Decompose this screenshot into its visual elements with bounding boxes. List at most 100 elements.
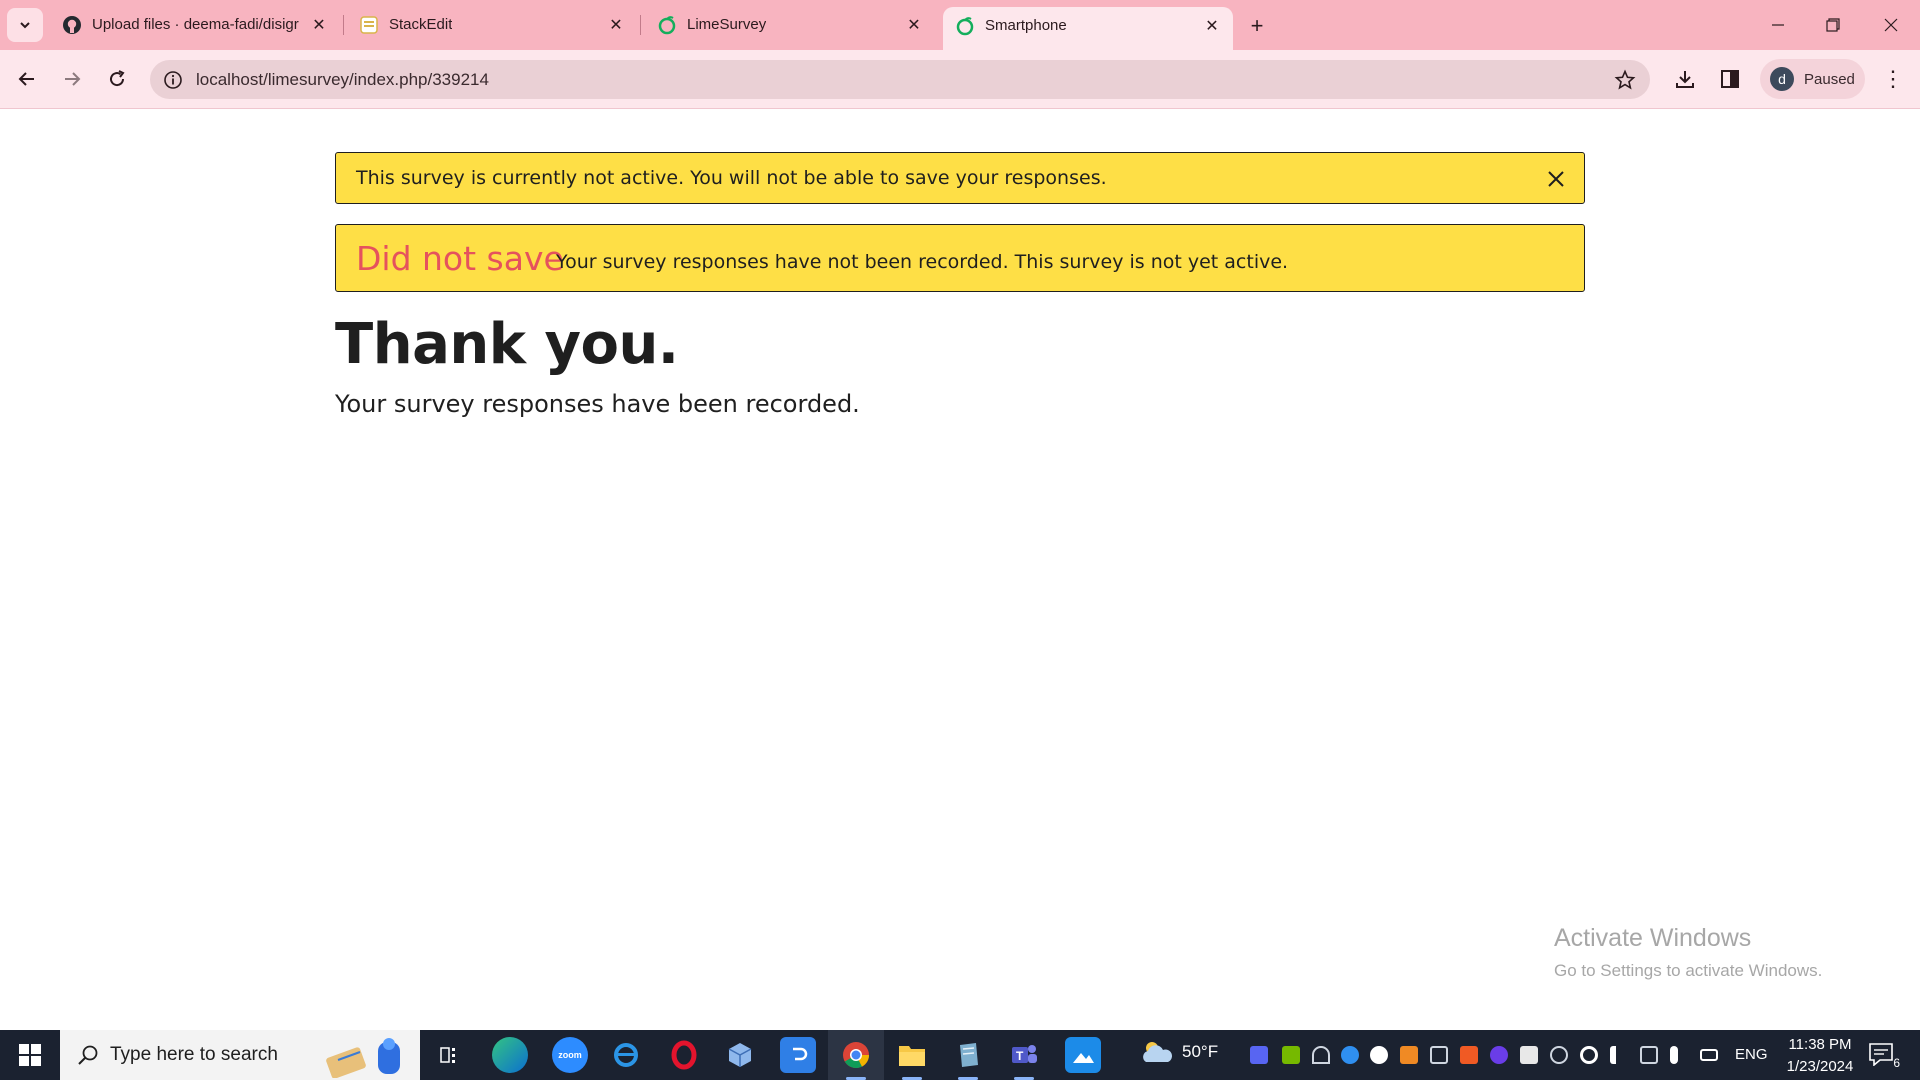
meet-now-icon[interactable]	[1430, 1046, 1448, 1064]
battery-icon[interactable]	[1700, 1049, 1718, 1061]
security-shield-icon[interactable]	[1520, 1046, 1538, 1064]
tab-search-button[interactable]	[7, 8, 43, 42]
reload-icon	[110, 70, 125, 87]
forward-button[interactable]	[56, 63, 88, 95]
taskbar: Type here to search zoom T 50°F ENG 11:3…	[0, 1030, 1920, 1080]
teams-tray-icon[interactable]	[1490, 1046, 1508, 1064]
system-clock[interactable]: 11:38 PM 1/23/2024	[1770, 1034, 1870, 1078]
search-placeholder: Type here to search	[110, 1044, 278, 1065]
stackedit-icon	[359, 15, 379, 35]
reload-button[interactable]	[101, 63, 133, 95]
restore-button[interactable]	[1818, 10, 1848, 40]
tab-title: Upload files · deema-fadi/disigr	[92, 16, 299, 33]
start-button[interactable]	[0, 1030, 60, 1080]
clock-date: 1/23/2024	[1786, 1058, 1854, 1075]
profile-status: Paused	[1804, 70, 1855, 88]
tab-divider	[640, 15, 641, 35]
restore-icon	[1826, 18, 1840, 32]
teams-icon[interactable]: T	[1006, 1037, 1042, 1080]
github-icon	[62, 15, 82, 35]
opera-icon[interactable]	[666, 1037, 702, 1073]
edge-icon[interactable]	[492, 1037, 528, 1073]
chevron-down-icon	[20, 22, 30, 29]
watermark-subtitle: Go to Settings to activate Windows.	[1554, 961, 1823, 980]
page-title: Thank you.	[335, 312, 679, 377]
tab-stackedit[interactable]: StackEdit ✕	[347, 0, 637, 50]
bookmark-star-icon[interactable]	[1614, 69, 1636, 91]
avatar: d	[1770, 67, 1794, 91]
more-menu-icon[interactable]: ⋮	[1880, 66, 1906, 92]
tab-title: LimeSurvey	[687, 16, 767, 33]
arrow-left-icon	[18, 72, 34, 86]
info-icon[interactable]	[162, 69, 184, 91]
microphone-icon[interactable]	[1670, 1046, 1678, 1064]
discord-icon[interactable]	[1250, 1046, 1268, 1064]
close-icon	[1884, 18, 1898, 32]
weather-widget[interactable]: 50°F	[1140, 1038, 1218, 1066]
profile-button[interactable]: d Paused	[1760, 59, 1865, 99]
watermark-title: Activate Windows	[1554, 924, 1752, 952]
input-language[interactable]: ENG	[1735, 1046, 1768, 1063]
tab-strip: Upload files · deema-fadi/disigr ✕ Stack…	[0, 0, 1920, 50]
alert-message: Your survey responses have not been reco…	[556, 251, 1289, 273]
notification-center-button[interactable]: 6	[1868, 1042, 1900, 1070]
download-icon[interactable]	[1672, 66, 1698, 92]
tab-github[interactable]: Upload files · deema-fadi/disigr ✕	[50, 0, 340, 50]
limesurvey-icon	[955, 16, 975, 36]
back-button[interactable]	[11, 63, 43, 95]
network-icon[interactable]	[1312, 1046, 1330, 1064]
inactive-survey-alert: This survey is currently not active. You…	[335, 152, 1585, 204]
close-icon[interactable]: ✕	[308, 14, 330, 36]
search-icon	[76, 1043, 100, 1067]
record-icon[interactable]	[1580, 1046, 1598, 1064]
nvidia-icon[interactable]	[1282, 1046, 1300, 1064]
completion-message: Your survey responses have been recorded…	[335, 390, 860, 418]
notes-app-icon[interactable]	[950, 1037, 986, 1080]
minimize-button[interactable]	[1763, 10, 1793, 40]
tab-title: Smartphone	[985, 17, 1067, 34]
volume-icon[interactable]	[1610, 1046, 1628, 1064]
windows-icon	[19, 1044, 41, 1066]
zoom-icon[interactable]: zoom	[552, 1037, 588, 1073]
svg-text:T: T	[1016, 1049, 1024, 1063]
minimize-icon	[1772, 24, 1784, 26]
translator-app-icon[interactable]	[780, 1037, 816, 1073]
onedrive-icon[interactable]	[1341, 1046, 1359, 1064]
internet-explorer-icon[interactable]	[608, 1037, 644, 1073]
tab-divider	[343, 15, 344, 35]
close-icon[interactable]: ✕	[1201, 15, 1223, 37]
task-view-icon[interactable]	[432, 1037, 468, 1073]
alert-title: Did not save	[356, 239, 564, 278]
notification-count: 6	[1893, 1056, 1900, 1070]
cloud-icon	[1143, 1042, 1172, 1062]
not-saved-alert: Did not save Your survey responses have …	[335, 224, 1585, 292]
photos-app-icon[interactable]	[1065, 1037, 1101, 1073]
close-icon[interactable]	[1544, 167, 1568, 191]
tab-smartphone[interactable]: Smartphone ✕	[943, 7, 1233, 50]
chrome-icon[interactable]	[838, 1037, 874, 1080]
activation-watermark: Activate Windows Go to Settings to activ…	[1554, 924, 1822, 981]
close-icon[interactable]: ✕	[903, 14, 925, 36]
grammarly-icon[interactable]	[1370, 1046, 1388, 1064]
link-icon[interactable]	[1550, 1046, 1568, 1064]
url-text[interactable]: localhost/limesurvey/index.php/339214	[196, 70, 489, 90]
address-bar[interactable]: localhost/limesurvey/index.php/339214	[150, 60, 1650, 99]
file-explorer-icon[interactable]	[894, 1037, 930, 1080]
limesurvey-icon	[657, 15, 677, 35]
tab-title: StackEdit	[389, 16, 453, 33]
notification-icon	[1869, 1043, 1893, 1067]
app-tray-icon[interactable]	[1400, 1046, 1418, 1064]
side-panel-icon[interactable]	[1717, 66, 1743, 92]
search-highlight-icon	[322, 1034, 412, 1079]
clock-time: 11:38 PM	[1788, 1036, 1852, 1053]
tab-limesurvey[interactable]: LimeSurvey ✕	[645, 0, 935, 50]
office-tray-icon[interactable]	[1460, 1046, 1478, 1064]
taskbar-search[interactable]: Type here to search	[60, 1030, 420, 1080]
browser-toolbar: localhost/limesurvey/index.php/339214 d …	[0, 50, 1920, 109]
3d-box-icon[interactable]	[722, 1037, 758, 1073]
new-tab-button[interactable]: +	[1245, 13, 1269, 38]
close-window-button[interactable]	[1876, 10, 1906, 40]
weather-temperature: 50°F	[1182, 1042, 1219, 1061]
close-icon[interactable]: ✕	[605, 14, 627, 36]
display-icon[interactable]	[1640, 1046, 1658, 1064]
